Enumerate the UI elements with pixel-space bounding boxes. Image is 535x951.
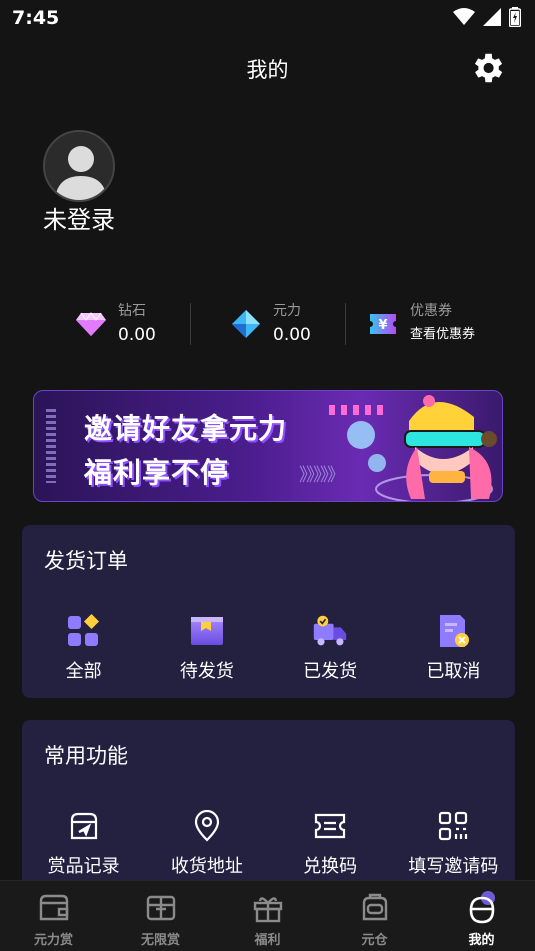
mascot-illustration (347, 395, 497, 501)
warehouse-bag-icon (356, 889, 394, 927)
tab-label: 我的 (468, 933, 495, 948)
login-status[interactable]: 未登录 (43, 200, 115, 235)
signal-icon (483, 8, 501, 26)
default-avatar-icon (55, 146, 107, 200)
present-icon (249, 889, 287, 927)
functions-card: 常用功能 赏品记录 收货地址 兑换码 填写邀请码 (22, 720, 515, 890)
function-redeem[interactable]: 兑换码 (269, 808, 392, 878)
tab-yuanli-shang[interactable]: 元力赏 (0, 881, 107, 951)
stats-row: 钻石 0.00 元力 0.00 ¥ 优惠券 查看优惠券 (0, 298, 535, 350)
title-bar: 我的 (0, 44, 535, 92)
battery-icon (509, 7, 521, 27)
avatar[interactable] (43, 130, 115, 202)
function-address[interactable]: 收货地址 (145, 808, 268, 878)
orders-items: 全部 待发货 已发货 已取消 (22, 613, 515, 683)
stat-label: 钻石 (118, 303, 146, 319)
stat-label: 元力 (273, 303, 301, 319)
card-title: 发货订单 (44, 549, 128, 573)
function-label: 收货地址 (170, 856, 243, 877)
prize-record-icon (66, 808, 102, 844)
function-prize-record[interactable]: 赏品记录 (22, 808, 145, 878)
status-bar: 7:45 (0, 0, 535, 36)
all-orders-icon (66, 613, 102, 649)
tab-wuxian-shang[interactable]: 无限赏 (107, 881, 214, 951)
stat-value: 0.00 (118, 325, 156, 345)
profile-icon (463, 889, 501, 927)
gift-box-icon (142, 889, 180, 927)
functions-items: 赏品记录 收货地址 兑换码 填写邀请码 (22, 808, 515, 878)
svg-text:¥: ¥ (378, 318, 387, 333)
function-invite-code[interactable]: 填写邀请码 (392, 808, 515, 878)
tab-warehouse[interactable]: 元仓 (321, 881, 428, 951)
diamond-icon (74, 307, 108, 341)
location-pin-icon (189, 808, 225, 844)
stat-label: 优惠券 (410, 303, 452, 319)
card-title: 常用功能 (44, 744, 128, 768)
tab-label: 无限赏 (140, 933, 180, 948)
coupon-icon: ¥ (366, 307, 400, 341)
function-label: 赏品记录 (47, 856, 120, 877)
function-label: 填写邀请码 (408, 856, 499, 877)
stat-coupon[interactable]: ¥ 优惠券 查看优惠券 (366, 298, 475, 350)
tab-mine[interactable]: 我的 (428, 881, 535, 951)
qr-code-icon (435, 808, 471, 844)
order-label: 已取消 (426, 661, 481, 682)
banner-decoration (46, 409, 56, 483)
bottom-tab-bar: 元力赏 无限赏 福利 元仓 我的 (0, 880, 535, 951)
order-label: 已发货 (303, 661, 358, 682)
order-all[interactable]: 全部 (22, 613, 145, 683)
order-shipped[interactable]: 已发货 (269, 613, 392, 683)
blue-crystal-icon (229, 307, 263, 341)
tab-label: 元仓 (361, 933, 388, 948)
page-title: 我的 (246, 58, 289, 82)
gear-icon (474, 53, 503, 83)
status-time: 7:45 (12, 7, 60, 29)
orders-card: 发货订单 全部 待发货 已发货 已取消 (22, 525, 515, 698)
function-label: 兑换码 (303, 856, 358, 877)
view-coupons-link[interactable]: 查看优惠券 (410, 322, 475, 348)
invite-banner[interactable]: 邀请好友拿元力 福利享不停 》》》》》 (33, 390, 503, 502)
wallet-icon (35, 889, 73, 927)
tab-welfare[interactable]: 福利 (214, 881, 321, 951)
stat-yuanli[interactable]: 元力 0.00 (229, 298, 311, 350)
wifi-icon (453, 8, 475, 25)
status-icons (453, 7, 521, 27)
shipped-truck-icon (312, 613, 348, 649)
order-cancelled[interactable]: 已取消 (392, 613, 515, 683)
tab-label: 福利 (254, 933, 281, 948)
stat-value: 0.00 (273, 325, 311, 345)
banner-subline: 福利享不停 (84, 456, 230, 489)
banner-arrows: 》》》》》 (299, 465, 345, 486)
banner-headline: 邀请好友拿元力 (84, 412, 288, 445)
divider (190, 303, 191, 345)
redeem-ticket-icon (312, 808, 348, 844)
divider (345, 303, 346, 345)
order-pending[interactable]: 待发货 (145, 613, 268, 683)
order-label: 全部 (65, 661, 102, 682)
tab-label: 元力赏 (33, 933, 73, 948)
cancelled-order-icon (435, 613, 471, 649)
pending-shipment-icon (189, 613, 225, 649)
settings-button[interactable] (467, 48, 507, 88)
stat-diamond[interactable]: 钻石 0.00 (74, 298, 156, 350)
order-label: 待发货 (179, 661, 234, 682)
